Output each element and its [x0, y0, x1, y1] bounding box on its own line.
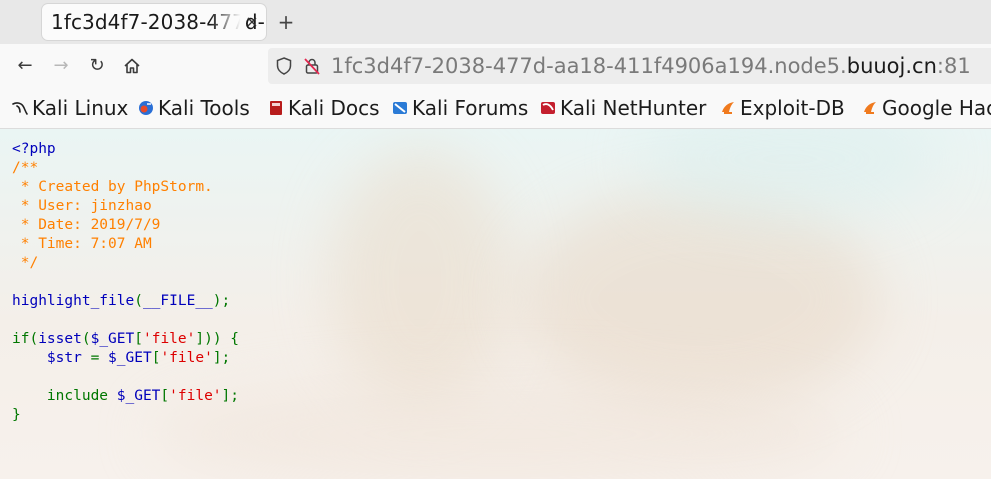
- bookmark-label: Google Hacking DB: [882, 96, 991, 120]
- new-tab-icon[interactable]: +: [276, 10, 296, 34]
- code-variable: $_GET: [108, 350, 152, 366]
- code-comment-line: /**: [12, 160, 39, 176]
- tracking-protection-shield-icon[interactable]: [274, 56, 294, 76]
- bookmark-kali-linux[interactable]: Kali Linux: [12, 96, 128, 120]
- code-punctuation: ]: [195, 331, 205, 347]
- kali-forums-icon: [392, 100, 408, 116]
- bookmark-label: Exploit-DB: [740, 96, 845, 120]
- bookmark-label: Kali Docs: [288, 96, 380, 120]
- navigation-toolbar: ← → ↻ 1fc3d4f7-2038-477d-aa18-411f4906a1…: [0, 44, 991, 88]
- code-keyword: include: [46, 388, 117, 404]
- bookmark-label: Kali Tools: [158, 96, 250, 120]
- code-comment-line: * Date: 2019/7/9: [12, 217, 161, 233]
- close-tab-icon[interactable]: ×: [242, 12, 262, 32]
- url-domain: buuoj.cn: [846, 54, 937, 78]
- code-punctuation: ];: [212, 350, 231, 366]
- kali-tools-icon: [138, 100, 154, 116]
- code-keyword: if(: [12, 331, 39, 347]
- code-string: 'file': [160, 350, 213, 366]
- url-host-prefix: 1fc3d4f7-2038-477d-aa18-411f4906a194.nod…: [331, 54, 847, 78]
- address-bar[interactable]: 1fc3d4f7-2038-477d-aa18-411f4906a194.nod…: [268, 48, 991, 84]
- bookmark-kali-nethunter[interactable]: Kali NetHunter: [540, 96, 706, 120]
- kali-docs-icon: [268, 100, 284, 116]
- browser-tab[interactable]: 1fc3d4f7-2038-477d-aa18-411f4906a194.nod…: [42, 4, 266, 40]
- code-punctuation: );: [212, 293, 231, 309]
- code-punctuation: [: [134, 331, 143, 347]
- code-comment-line: * Created by PhpStorm.: [12, 179, 213, 195]
- code-punctuation: (: [134, 293, 143, 309]
- code-comment-line: * Time: 7:07 AM: [12, 236, 152, 252]
- code-function: isset: [38, 331, 82, 347]
- code-php-open-tag: <?php: [12, 141, 56, 157]
- code-operator: =: [81, 350, 109, 366]
- code-variable: $_GET: [116, 388, 161, 404]
- bookmark-label: Kali Forums: [412, 96, 529, 120]
- code-variable: $str: [46, 350, 82, 366]
- insecure-lock-icon[interactable]: [302, 56, 322, 76]
- bookmark-exploit-db[interactable]: Exploit-DB: [720, 96, 845, 120]
- background-blur-shape: [150, 379, 850, 479]
- bookmark-google-hacking-db[interactable]: Google Hacking DB: [862, 96, 991, 120]
- code-punctuation: (: [81, 331, 91, 347]
- tab-title-fade: [210, 4, 246, 40]
- code-string: 'file': [169, 388, 222, 404]
- php-source-code: <?php /** * Created by PhpStorm. * User:…: [12, 140, 239, 425]
- forward-icon[interactable]: →: [47, 52, 75, 80]
- kali-nethunter-icon: [540, 100, 556, 116]
- bookmarks-toolbar: Kali Linux Kali Tools Kali Docs Kali For…: [0, 88, 991, 129]
- code-variable: $_GET: [90, 331, 135, 347]
- tab-strip: 1fc3d4f7-2038-477d-aa18-411f4906a194.nod…: [0, 0, 991, 44]
- bookmark-kali-tools[interactable]: Kali Tools: [138, 96, 250, 120]
- code-comment-line: */: [12, 255, 39, 271]
- page-content: <?php /** * Created by PhpStorm. * User:…: [0, 129, 991, 479]
- code-function: highlight_file: [12, 293, 135, 309]
- code-punctuation: )) {: [204, 331, 240, 347]
- code-comment-line: * User: jinzhao: [12, 198, 152, 214]
- code-punctuation: [: [160, 388, 170, 404]
- reload-icon[interactable]: ↻: [83, 52, 111, 80]
- code-constant: __FILE__: [142, 293, 213, 309]
- kali-dragon-icon: [12, 100, 28, 116]
- background-blur-shape: [520, 189, 880, 409]
- url-port: :81: [936, 54, 971, 78]
- code-string: 'file': [142, 331, 196, 347]
- code-closing-brace: }: [12, 407, 21, 423]
- bookmark-kali-forums[interactable]: Kali Forums: [392, 96, 528, 120]
- bookmark-label: Kali NetHunter: [560, 96, 707, 120]
- bookmark-label: Kali Linux: [32, 96, 129, 120]
- code-punctuation: ];: [221, 388, 240, 404]
- google-hacking-icon: [862, 100, 878, 116]
- back-icon[interactable]: ←: [11, 52, 39, 80]
- exploit-db-icon: [720, 100, 736, 116]
- home-icon[interactable]: [118, 52, 146, 80]
- background-blur-shape: [330, 149, 510, 409]
- url-text[interactable]: 1fc3d4f7-2038-477d-aa18-411f4906a194.nod…: [331, 54, 971, 78]
- bookmark-kali-docs[interactable]: Kali Docs: [268, 96, 380, 120]
